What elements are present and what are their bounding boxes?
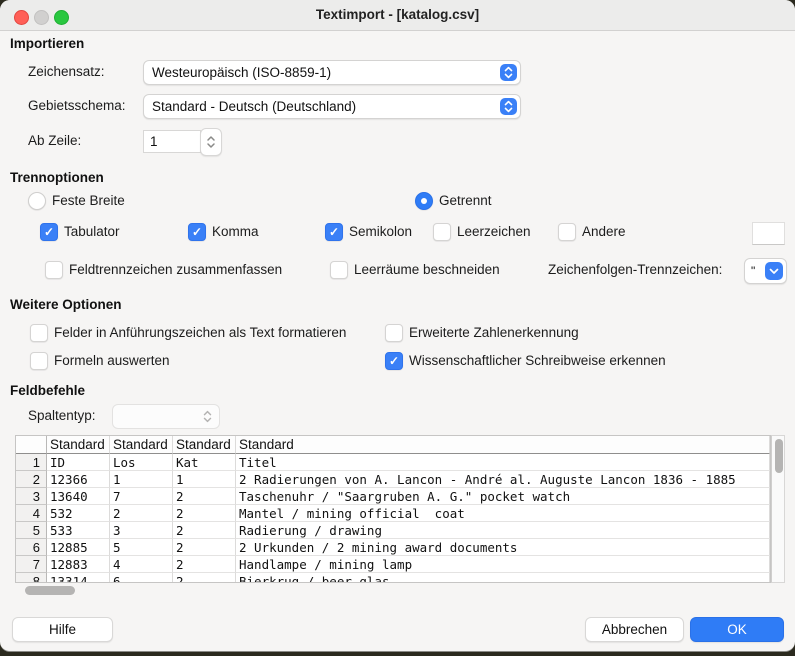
semicolon-label[interactable]: Semikolon [349,224,412,239]
trim-spaces-label[interactable]: Leerräume beschneiden [354,262,500,277]
table-row: 4 532 2 2 Mantel / mining official coat [16,505,770,522]
table-row: 6 12885 5 2 2 Urkunden / 2 mining award … [16,539,770,556]
chevron-updown-icon [500,64,517,81]
chevron-down-icon [765,262,783,280]
scientific-notation-checkbox[interactable]: ✓ [385,352,403,370]
tab-label[interactable]: Tabulator [64,224,120,239]
table-row: 1 ID Los Kat Titel [16,454,770,471]
section-other-options-heading: Weitere Optionen [10,297,122,312]
table-row: 3 13640 7 2 Taschenuhr / "Saargruben A. … [16,488,770,505]
column-header[interactable]: Standard [236,436,770,454]
ok-button[interactable]: OK [690,617,784,642]
other-label[interactable]: Andere [582,224,626,239]
special-numbers-label[interactable]: Erweiterte Zahlenerkennung [409,325,579,340]
fixed-width-radio[interactable] [28,192,46,210]
separated-label[interactable]: Getrennt [439,193,492,208]
merge-delimiters-label[interactable]: Feldtrennzeichen zusammenfassen [69,262,282,277]
column-type-label: Spaltentyp: [28,408,96,423]
chevron-updown-icon [500,98,517,115]
window-title: Textimport - [katalog.csv] [0,7,795,22]
locale-value: Standard - Deutsch (Deutschland) [144,99,500,114]
section-import-heading: Importieren [10,36,84,51]
merge-delimiters-checkbox[interactable] [45,261,63,279]
cancel-button[interactable]: Abbrechen [585,617,684,642]
separated-radio[interactable] [415,192,433,210]
evaluate-formulas-checkbox[interactable] [30,352,48,370]
table-row: 2 12366 1 1 2 Radierungen von A. Lancon … [16,471,770,488]
comma-label[interactable]: Komma [212,224,259,239]
horizontal-scroll-thumb[interactable] [25,586,75,595]
column-type-select[interactable] [112,404,220,429]
table-horizontal-scrollbar[interactable] [15,585,771,597]
column-header[interactable]: Standard [47,436,110,454]
string-delimiter-label: Zeichenfolgen-Trennzeichen: [548,262,722,277]
special-numbers-checkbox[interactable] [385,324,403,342]
charset-select[interactable]: Westeuropäisch (ISO-8859-1) [143,60,521,85]
from-row-value: 1 [150,134,158,149]
textimport-dialog: Textimport - [katalog.csv] Importieren Z… [0,0,795,652]
titlebar[interactable]: Textimport - [katalog.csv] [0,0,795,31]
table-vertical-scrollbar[interactable] [771,435,785,583]
other-separator-input[interactable] [752,222,785,245]
comma-checkbox[interactable]: ✓ [188,223,206,241]
quoted-as-text-label[interactable]: Felder in Anführungszeichen als Text for… [54,325,346,340]
charset-label: Zeichensatz: [28,64,105,79]
tab-checkbox[interactable]: ✓ [40,223,58,241]
scientific-notation-label[interactable]: Wissenschaftlicher Schreibweise erkennen [409,353,666,368]
locale-select[interactable]: Standard - Deutsch (Deutschland) [143,94,521,119]
string-delimiter-value: " [745,264,765,278]
space-label[interactable]: Leerzeichen [457,224,531,239]
help-button[interactable]: Hilfe [12,617,113,642]
table-row: 8 13314 6 2 Bierkrug / beer glas [16,573,770,583]
from-row-label: Ab Zeile: [28,133,81,148]
section-separator-heading: Trennoptionen [10,170,104,185]
chevron-updown-icon [199,408,216,425]
from-row-stepper[interactable] [200,128,222,156]
table-header-row: Standard Standard Standard Standard [16,436,770,454]
charset-value: Westeuropäisch (ISO-8859-1) [144,65,500,80]
locale-label: Gebietsschema: [28,98,126,113]
string-delimiter-select[interactable]: " [744,258,787,284]
fixed-width-label[interactable]: Feste Breite [52,193,125,208]
column-header[interactable]: Standard [110,436,173,454]
space-checkbox[interactable] [433,223,451,241]
semicolon-checkbox[interactable]: ✓ [325,223,343,241]
column-header[interactable]: Standard [173,436,236,454]
quoted-as-text-checkbox[interactable] [30,324,48,342]
section-fields-heading: Feldbefehle [10,383,85,398]
table-row: 5 533 3 2 Radierung / drawing [16,522,770,539]
trim-spaces-checkbox[interactable] [330,261,348,279]
vertical-scroll-thumb[interactable] [775,439,783,473]
from-row-input[interactable]: 1 [143,130,201,153]
preview-table[interactable]: Standard Standard Standard Standard 1 ID… [15,435,771,583]
other-checkbox[interactable] [558,223,576,241]
table-row: 7 12883 4 2 Handlampe / mining lamp [16,556,770,573]
evaluate-formulas-label[interactable]: Formeln auswerten [54,353,170,368]
